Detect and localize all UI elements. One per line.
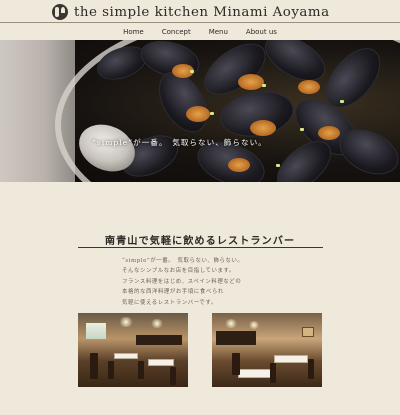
interior-photo-dining — [78, 313, 188, 387]
brand[interactable]: the simple kitchen Minami Aoyama — [52, 2, 330, 22]
photo-ceiling-light — [248, 321, 260, 329]
intro-divider — [78, 247, 323, 248]
photo-chair — [270, 363, 276, 383]
mussel-meat — [238, 74, 264, 90]
intro-line: フランス料理をはじめ、スペイン料理などの — [122, 278, 242, 285]
interior-photo-bar — [212, 313, 322, 387]
hero-image-mussels: “simple”が一番。 気取らない、飾らない。 — [0, 40, 400, 182]
photo-wall-frame — [302, 327, 314, 337]
photo-window — [86, 323, 106, 339]
herb-garnish — [262, 84, 266, 87]
photo-wine-shelf — [216, 331, 256, 345]
photo-chair — [108, 361, 114, 379]
nav-item-home[interactable]: Home — [123, 28, 144, 36]
photo-table — [114, 353, 138, 359]
intro-line: “simple”が一番。 気取らない、飾らない。 — [122, 258, 244, 264]
intro-line: 気軽に使えるレストランバーです。 — [122, 299, 217, 306]
photo-chair — [90, 353, 98, 379]
header-divider — [0, 22, 400, 23]
intro-title: 南青山で気軽に飲めるレストランバー — [104, 235, 296, 247]
herb-garnish — [276, 164, 280, 167]
mussel-meat — [228, 158, 250, 172]
photo-chair — [138, 361, 144, 379]
intro-line: 本格的な西洋料理がお手頃に食べられ — [122, 289, 224, 296]
photo-ceiling-light — [150, 319, 164, 328]
photo-chair — [170, 367, 176, 385]
photo-ceiling-light — [118, 317, 134, 327]
photo-bar-counter — [136, 335, 182, 345]
photo-chair — [308, 359, 314, 379]
main-nav: Home Concept Menu About us — [0, 24, 400, 40]
site-title: the simple kitchen Minami Aoyama — [74, 4, 330, 20]
mussel-meat — [318, 126, 340, 140]
photo-ceiling-light — [224, 319, 238, 328]
mussel-meat — [186, 106, 210, 122]
intro-line: そんなシンプルなお店を目指しています。 — [122, 268, 235, 275]
mussel-meat — [298, 80, 320, 94]
nav-item-concept[interactable]: Concept — [162, 28, 191, 36]
intro-text: “simple”が一番。 気取らない、飾らない。 そんなシンプルなお店を目指して… — [122, 256, 322, 308]
nav-item-menu[interactable]: Menu — [209, 28, 228, 36]
nav-item-about-us[interactable]: About us — [246, 28, 277, 36]
site-header: the simple kitchen Minami Aoyama — [0, 0, 400, 24]
herb-garnish — [210, 112, 214, 115]
photo-table — [148, 359, 174, 366]
herb-garnish — [340, 100, 344, 103]
herb-garnish — [190, 70, 194, 73]
fork-spoon-logo-icon — [52, 4, 68, 20]
hero-caption: “simple”が一番。 気取らない、飾らない。 — [92, 138, 267, 147]
photo-chair — [232, 353, 240, 375]
herb-garnish — [300, 128, 304, 131]
photo-table — [274, 355, 308, 363]
mussel-meat — [250, 120, 276, 136]
